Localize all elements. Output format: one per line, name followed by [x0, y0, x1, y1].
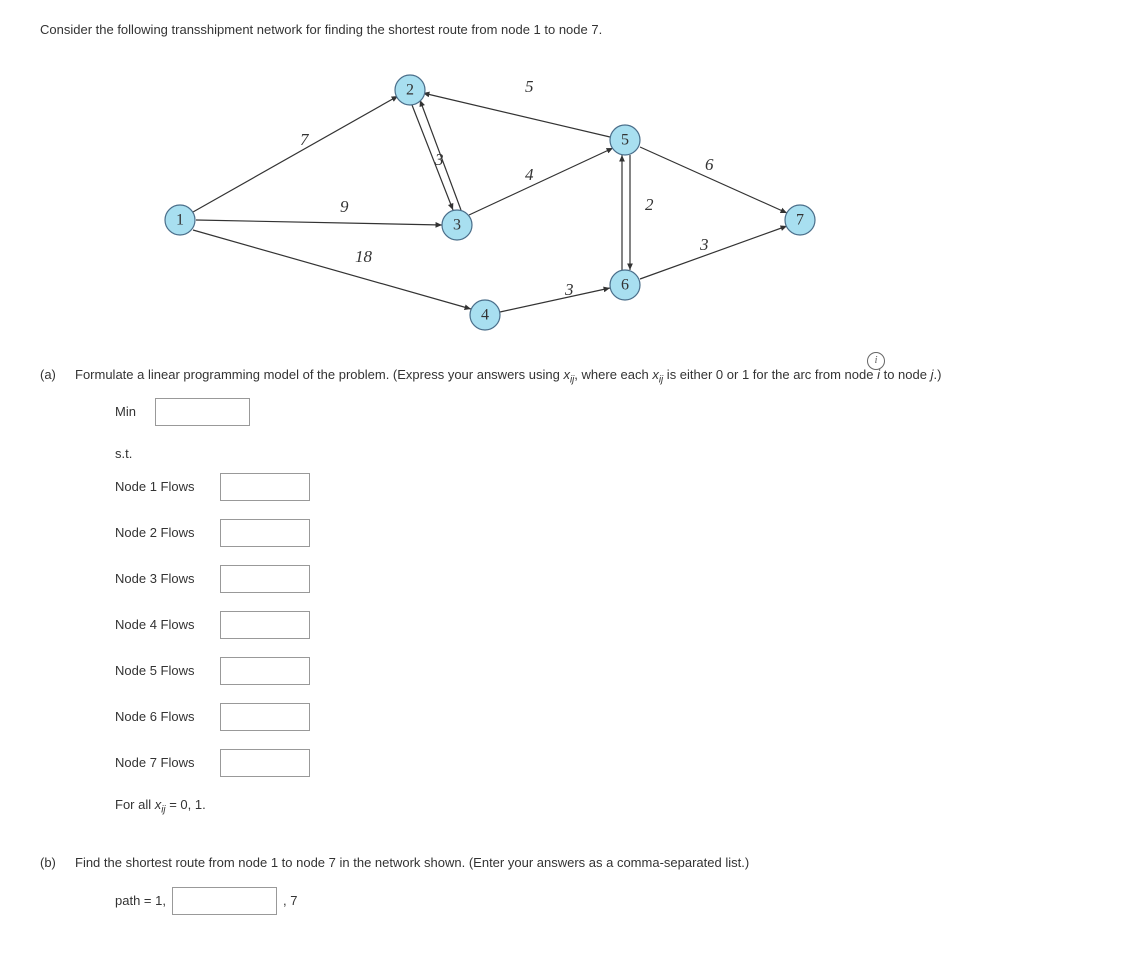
- objective-row: Min: [115, 398, 1091, 426]
- flow-input-1[interactable]: [220, 473, 310, 501]
- part-b: (b) Find the shortest route from node 1 …: [40, 853, 1091, 915]
- part-a-prompt: Formulate a linear programming model of …: [75, 367, 941, 382]
- objective-input[interactable]: [155, 398, 250, 426]
- xij-1: xij: [563, 367, 574, 382]
- graph-node-label-3: 3: [453, 216, 461, 233]
- path-pre: path = 1,: [115, 891, 166, 911]
- pa-end: .): [933, 367, 941, 382]
- flow-row-5: Node 5 Flows: [115, 657, 1091, 685]
- path-post: , 7: [283, 891, 297, 911]
- flow-row-3: Node 3 Flows: [115, 565, 1091, 593]
- pa-post: is either 0 or 1 for the arc from node: [663, 367, 877, 382]
- problem-intro: Consider the following transshipment net…: [40, 20, 1091, 40]
- flow-label-4: Node 4 Flows: [115, 615, 210, 635]
- st-label: s.t.: [115, 444, 1091, 464]
- path-row: path = 1, , 7: [115, 887, 1091, 915]
- edge-weight-3: 3: [434, 150, 444, 169]
- flow-input-6[interactable]: [220, 703, 310, 731]
- part-b-prompt: Find the shortest route from node 1 to n…: [75, 855, 749, 870]
- xij-3: xij: [155, 797, 166, 812]
- forall-row: For all xij = 0, 1.: [115, 795, 1091, 818]
- edge-weight-2: 18: [355, 247, 373, 266]
- xij-2: xij: [652, 367, 663, 382]
- edge-weight-7: 2: [645, 195, 654, 214]
- flow-label-7: Node 7 Flows: [115, 753, 210, 773]
- part-a-label: (a): [40, 365, 65, 829]
- flow-input-4[interactable]: [220, 611, 310, 639]
- forall-pre: For all: [115, 797, 155, 812]
- part-a: (a) Formulate a linear programming model…: [40, 365, 1091, 829]
- edge-weight-8: 6: [705, 155, 714, 174]
- edge-weight-4: 5: [525, 77, 534, 96]
- flow-row-2: Node 2 Flows: [115, 519, 1091, 547]
- flow-input-5[interactable]: [220, 657, 310, 685]
- min-label: Min: [115, 402, 145, 422]
- forall-post: = 0, 1.: [166, 797, 206, 812]
- graph-node-label-4: 4: [481, 306, 489, 323]
- graph-node-label-6: 6: [621, 276, 629, 293]
- flow-label-1: Node 1 Flows: [115, 477, 210, 497]
- flow-row-6: Node 6 Flows: [115, 703, 1091, 731]
- flow-input-7[interactable]: [220, 749, 310, 777]
- graph-node-label-5: 5: [621, 131, 629, 148]
- flow-input-3[interactable]: [220, 565, 310, 593]
- flow-label-2: Node 2 Flows: [115, 523, 210, 543]
- part-a-body: Formulate a linear programming model of …: [75, 365, 1091, 829]
- edge-weight-1: 9: [340, 197, 349, 216]
- flow-label-6: Node 6 Flows: [115, 707, 210, 727]
- pa-pre: Formulate a linear programming model of …: [75, 367, 563, 382]
- info-icon[interactable]: i: [867, 352, 885, 370]
- flow-row-7: Node 7 Flows: [115, 749, 1091, 777]
- pa-mid: where each: [578, 367, 652, 382]
- edge-weight-5: 4: [525, 165, 534, 184]
- path-input[interactable]: [172, 887, 277, 915]
- edge-weight-9: 3: [699, 235, 709, 254]
- part-b-label: (b): [40, 853, 65, 915]
- pa-to: to node: [880, 367, 931, 382]
- flow-row-4: Node 4 Flows: [115, 611, 1091, 639]
- flow-label-3: Node 3 Flows: [115, 569, 210, 589]
- flow-label-5: Node 5 Flows: [115, 661, 210, 681]
- graph-node-label-7: 7: [796, 211, 804, 228]
- network-graph: 1234567 79183543263 i: [120, 60, 840, 350]
- flow-input-2[interactable]: [220, 519, 310, 547]
- edge-weight-6: 3: [564, 280, 574, 299]
- graph-node-label-1: 1: [176, 211, 184, 228]
- graph-node-label-2: 2: [406, 81, 414, 98]
- flow-row-1: Node 1 Flows: [115, 473, 1091, 501]
- part-b-body: Find the shortest route from node 1 to n…: [75, 853, 1091, 915]
